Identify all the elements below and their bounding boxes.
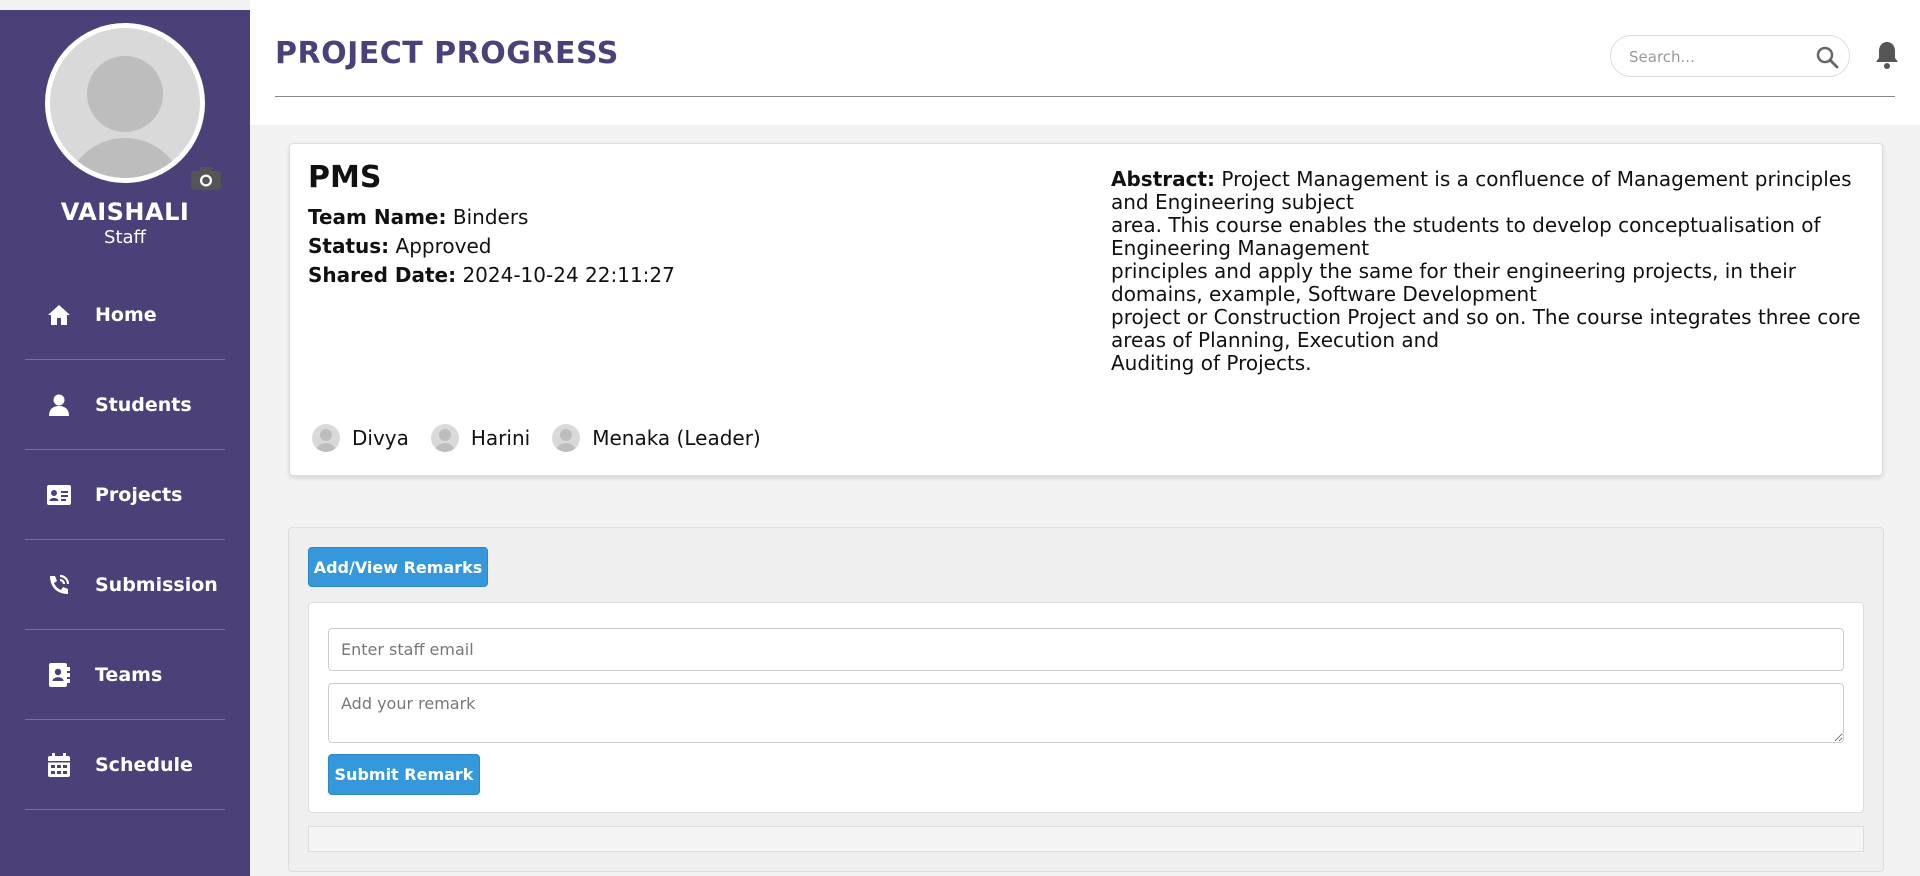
profile-name: VAISHALI (60, 198, 190, 226)
profile-role: Staff (104, 227, 146, 248)
sidebar-item-label: Schedule (95, 753, 193, 776)
project-abstract: Abstract: Project Management is a conflu… (1111, 168, 1861, 375)
status-label: Status: (308, 234, 390, 258)
shared-date-label: Shared Date: (308, 263, 457, 287)
team-name-label: Team Name: (308, 205, 447, 229)
shared-date-value: 2024-10-24 22:11:27 (462, 263, 675, 287)
id-card-icon (47, 483, 71, 507)
search-icon[interactable] (1815, 45, 1839, 69)
page-header: PROJECT PROGRESS (250, 0, 1920, 125)
page-title: PROJECT PROGRESS (275, 36, 619, 71)
abstract-line: Auditing of Projects. (1111, 351, 1312, 375)
sidebar-item-label: Submission (95, 573, 218, 596)
sidebar-item-label: Projects (95, 483, 183, 506)
submit-remark-button[interactable]: Submit Remark (328, 754, 480, 795)
calendar-icon (47, 752, 71, 777)
member-avatar-icon (552, 424, 581, 452)
member-item: Divya (312, 424, 409, 452)
member-item: Harini (430, 424, 531, 452)
team-name-value: Binders (452, 205, 529, 229)
search-box (1610, 35, 1850, 77)
profile-avatar[interactable] (45, 23, 221, 190)
team-name-row: Team Name: Binders (308, 205, 528, 229)
sidebar-item-label: Home (95, 303, 157, 326)
camera-icon[interactable] (190, 165, 222, 191)
sidebar-item-label: Teams (95, 663, 163, 686)
abstract-line: project or Construction Project and so o… (1111, 305, 1861, 352)
home-icon (47, 303, 71, 327)
header-divider (275, 96, 1895, 97)
user-icon (47, 393, 71, 417)
status-value: Approved (395, 234, 492, 258)
sidebar-item-schedule[interactable]: Schedule (25, 720, 225, 810)
team-members: Divya Harini Menaka (Leader) (312, 424, 783, 452)
status-row: Status: Approved (308, 234, 491, 258)
sidebar-item-students[interactable]: Students (25, 360, 225, 450)
sidebar-item-submission[interactable]: Submission (25, 540, 225, 630)
abstract-label: Abstract: (1111, 167, 1216, 191)
member-avatar-icon (312, 424, 340, 452)
remark-form: Submit Remark (308, 602, 1864, 813)
member-avatar-icon (430, 424, 459, 452)
remark-textarea[interactable] (328, 683, 1844, 743)
search-input[interactable] (1629, 46, 1809, 68)
remarks-section: Add/View Remarks Submit Remark (288, 527, 1884, 872)
add-view-remarks-button[interactable]: Add/View Remarks (308, 547, 488, 587)
sidebar-item-teams[interactable]: Teams (25, 630, 225, 720)
abstract-line: area. This course enables the students t… (1111, 213, 1821, 260)
remarks-list (308, 826, 1864, 852)
avatar-placeholder-icon (50, 28, 200, 178)
project-title: PMS (308, 160, 382, 195)
bell-icon[interactable] (1874, 40, 1900, 70)
abstract-line: principles and apply the same for their … (1111, 259, 1796, 306)
member-name: Menaka (Leader) (592, 426, 761, 450)
member-name: Harini (470, 426, 531, 450)
sidebar-item-projects[interactable]: Projects (25, 450, 225, 540)
member-name: Divya (352, 426, 409, 450)
sidebar-item-label: Students (95, 393, 192, 416)
sidebar-item-home[interactable]: Home (25, 270, 225, 360)
sidebar-nav: Home Students Projects Submission Teams (25, 270, 225, 810)
submission-icon (47, 573, 71, 597)
project-card: PMS Team Name: Binders Status: Approved … (289, 143, 1883, 476)
shared-date-row: Shared Date: 2024-10-24 22:11:27 (308, 263, 675, 287)
staff-email-field[interactable] (328, 628, 1844, 671)
contact-book-icon (47, 662, 71, 687)
member-item: Menaka (Leader) (552, 424, 761, 452)
abstract-line: Project Management is a confluence of Ma… (1111, 167, 1852, 214)
sidebar: VAISHALI Staff Home Students Projects Su… (0, 10, 250, 876)
